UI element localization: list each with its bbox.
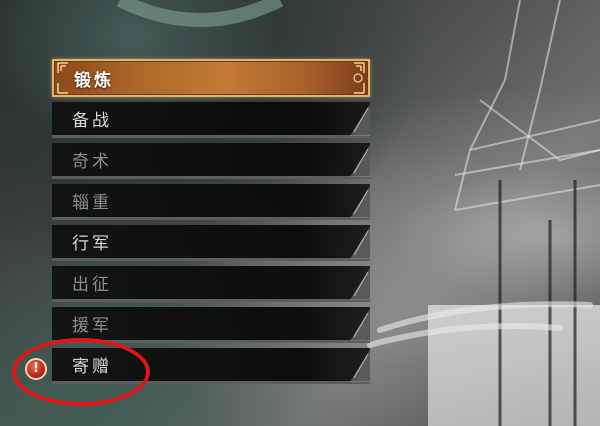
corner-ornament-icon [350, 309, 370, 341]
corner-ornament-icon [350, 145, 370, 177]
menu-item-march[interactable]: 行军 [52, 225, 370, 261]
menu-item-expedition[interactable]: 出征 [52, 266, 370, 302]
menu-item-label: 援军 [72, 316, 112, 336]
menu-item-label: 锻炼 [74, 70, 114, 91]
exclamation-alert-icon: ! [25, 358, 47, 380]
corner-ornament-icon [350, 227, 370, 259]
menu-item-label: 奇术 [72, 152, 112, 172]
menu-item-arts[interactable]: 奇术 [52, 143, 370, 179]
menu-item-training[interactable]: 锻炼 [52, 59, 370, 97]
menu-item-label: 寄赠 [72, 357, 112, 377]
ornament-left-icon [57, 62, 68, 94]
menu-item-label: 备战 [72, 111, 112, 131]
corner-ornament-icon [350, 350, 370, 382]
menu-item-gifts[interactable]: 寄赠 [52, 348, 370, 384]
menu-item-label: 辎重 [72, 193, 112, 213]
menu-item-prepare[interactable]: 备战 [52, 102, 370, 138]
menu-item-supplies[interactable]: 辎重 [52, 184, 370, 220]
ornament-right-icon [353, 62, 365, 94]
menu-item-label: 出征 [72, 275, 112, 295]
corner-ornament-icon [350, 104, 370, 136]
corner-ornament-icon [350, 268, 370, 300]
corner-ornament-icon [350, 186, 370, 218]
menu-item-reinforcements[interactable]: 援军 [52, 307, 370, 343]
menu-item-label: 行军 [72, 234, 112, 254]
